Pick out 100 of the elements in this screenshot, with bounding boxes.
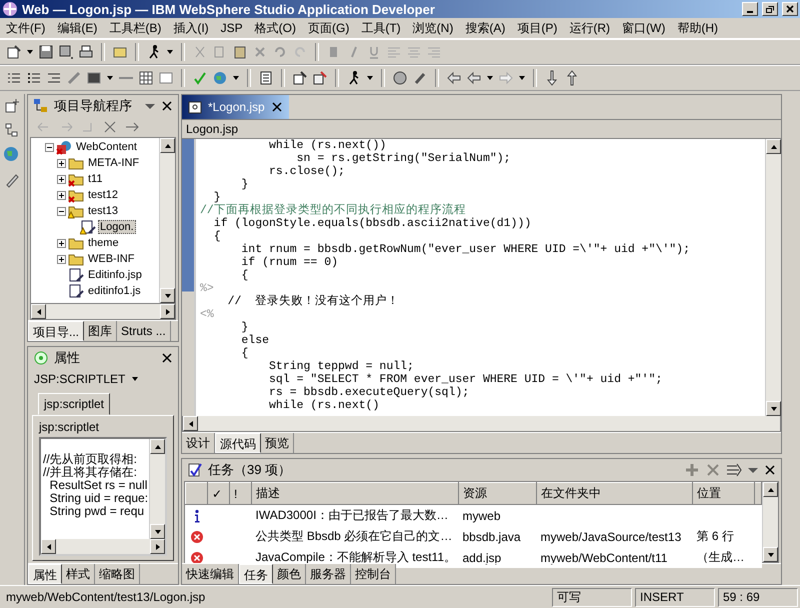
- tree-item[interactable]: Logon.: [98, 220, 136, 234]
- add-perspective-icon[interactable]: [4, 98, 20, 114]
- view-menu-icon[interactable]: [144, 101, 156, 111]
- column-header[interactable]: 位置: [692, 482, 754, 504]
- scroll-down-button[interactable]: [160, 288, 175, 303]
- column-header[interactable]: [186, 482, 208, 504]
- column-header[interactable]: ✓: [208, 482, 230, 504]
- column-header[interactable]: 描述: [252, 482, 458, 504]
- close-button[interactable]: [764, 464, 776, 476]
- close-icon[interactable]: [270, 101, 283, 113]
- menu-item[interactable]: 编辑(E): [51, 20, 104, 36]
- up-triangle-icon: [164, 142, 172, 150]
- hierarchy-icon[interactable]: [4, 122, 20, 138]
- left-triangle-icon: [44, 542, 52, 550]
- view-tab[interactable]: 服务器: [306, 564, 351, 584]
- image-icon[interactable]: [86, 70, 102, 86]
- tree-item[interactable]: t11: [86, 172, 104, 186]
- up-triangle-icon: [154, 442, 162, 450]
- jsp-page-icon[interactable]: [292, 70, 308, 86]
- column-header[interactable]: 资源: [458, 482, 536, 504]
- menu-item[interactable]: 运行(R): [563, 20, 616, 36]
- page-icon[interactable]: [258, 70, 274, 86]
- scroll-right-button[interactable]: [150, 539, 165, 554]
- expand-icon[interactable]: [57, 174, 66, 184]
- bulleted-list-icon[interactable]: [26, 70, 42, 86]
- menu-item[interactable]: 工具栏(B): [103, 20, 168, 36]
- clipboard-icon[interactable]: [232, 44, 248, 60]
- right-triangle-icon: [154, 542, 162, 550]
- collapse-icon[interactable]: [57, 206, 66, 216]
- back-arrow-icon[interactable]: [446, 70, 462, 86]
- column-header[interactable]: 在文件夹中: [536, 482, 692, 504]
- table-cell: myweb: [462, 508, 501, 522]
- spell-check-icon[interactable]: [192, 70, 208, 86]
- scroll-down-button[interactable]: [150, 524, 165, 539]
- menu-item[interactable]: 项目(P): [511, 20, 564, 36]
- view-tab[interactable]: 颜色: [273, 564, 306, 584]
- caret-icon[interactable]: [131, 375, 140, 383]
- app-logo-icon: [2, 1, 18, 17]
- tree-item[interactable]: META-INF: [86, 156, 142, 170]
- view-tab[interactable]: 任务: [239, 564, 273, 584]
- menu-item[interactable]: 搜索(A): [459, 20, 512, 36]
- view-menu-icon[interactable]: [747, 465, 759, 475]
- filter-icon[interactable]: [726, 462, 742, 478]
- view-tab[interactable]: 属性: [28, 564, 62, 584]
- tree-item[interactable]: Editinfo.jsp: [86, 268, 144, 282]
- menu-item[interactable]: 帮助(H): [671, 20, 724, 36]
- tree-item[interactable]: theme: [86, 236, 121, 250]
- new-file-icon[interactable]: [6, 44, 22, 60]
- menu-item[interactable]: 文件(F): [0, 20, 52, 36]
- scroll-left-button[interactable]: [31, 304, 46, 319]
- scroll-left-button[interactable]: [183, 416, 198, 431]
- tree-item[interactable]: editinfo1.js: [86, 284, 143, 298]
- menu-item[interactable]: 工具(T): [355, 20, 407, 36]
- table-icon[interactable]: [138, 70, 154, 86]
- view-tab[interactable]: 快速编辑: [182, 564, 239, 584]
- restore-button[interactable]: [762, 2, 778, 16]
- menu-item[interactable]: JSP: [214, 21, 249, 35]
- page-edit-icon[interactable]: [312, 70, 328, 86]
- view-tab[interactable]: 源代码: [215, 433, 261, 453]
- minimize-button[interactable]: [742, 2, 758, 16]
- scroll-up-button[interactable]: [150, 439, 165, 454]
- tree-item[interactable]: test12: [86, 188, 120, 202]
- tree-item[interactable]: WEB-INF: [86, 252, 136, 266]
- scriptlet-text-area[interactable]: //先从前页取得相: //并且将其存储在: ResultSet rs = null String uid = reque: String pwd = requ: [39, 437, 167, 556]
- save-icon[interactable]: [38, 44, 54, 60]
- jsp-file-icon: [188, 100, 202, 114]
- view-tab[interactable]: 项目导...: [28, 321, 84, 341]
- down-arrow-icon[interactable]: [544, 70, 560, 86]
- back-arrow-icon[interactable]: [466, 70, 482, 86]
- expand-icon[interactable]: [57, 254, 66, 264]
- menu-item[interactable]: 页面(G): [302, 20, 356, 36]
- properties-tab[interactable]: jsp:scriptlet: [38, 393, 110, 415]
- up-arrow-icon[interactable]: [564, 70, 580, 86]
- editor-tab[interactable]: *Logon.jsp: [182, 95, 289, 119]
- collapse-icon[interactable]: [45, 142, 54, 152]
- scroll-up-button[interactable]: [766, 139, 781, 154]
- scroll-up-button[interactable]: [160, 138, 175, 153]
- table-cell: IWAD3000I：由于已报告了最大数…: [252, 504, 458, 526]
- close-button[interactable]: [161, 352, 173, 364]
- pencil-icon[interactable]: [4, 172, 20, 188]
- save-all-icon[interactable]: [58, 44, 74, 60]
- column-header[interactable]: !: [230, 482, 252, 504]
- scroll-down-button[interactable]: [766, 401, 781, 416]
- scroll-up-button[interactable]: [763, 482, 778, 497]
- scroll-down-button[interactable]: [763, 547, 778, 562]
- element-selector[interactable]: JSP:SCRIPTLET: [34, 372, 126, 386]
- scroll-left-button[interactable]: [41, 539, 56, 554]
- expand-icon[interactable]: [57, 158, 66, 168]
- expand-icon[interactable]: [57, 190, 66, 200]
- view-tab[interactable]: 控制台: [351, 564, 396, 584]
- tree-item[interactable]: test13: [86, 204, 120, 218]
- menu-item[interactable]: 格式(O): [248, 20, 302, 36]
- menu-item[interactable]: 窗口(W): [616, 20, 672, 36]
- expand-icon[interactable]: [57, 238, 66, 248]
- menu-item[interactable]: 插入(I): [167, 20, 215, 36]
- menu-item[interactable]: 浏览(N): [406, 20, 460, 36]
- tree-item[interactable]: WebContent: [74, 140, 139, 154]
- close-button[interactable]: [161, 100, 173, 112]
- scroll-right-button[interactable]: [160, 304, 175, 319]
- printer-icon[interactable]: [78, 44, 94, 60]
